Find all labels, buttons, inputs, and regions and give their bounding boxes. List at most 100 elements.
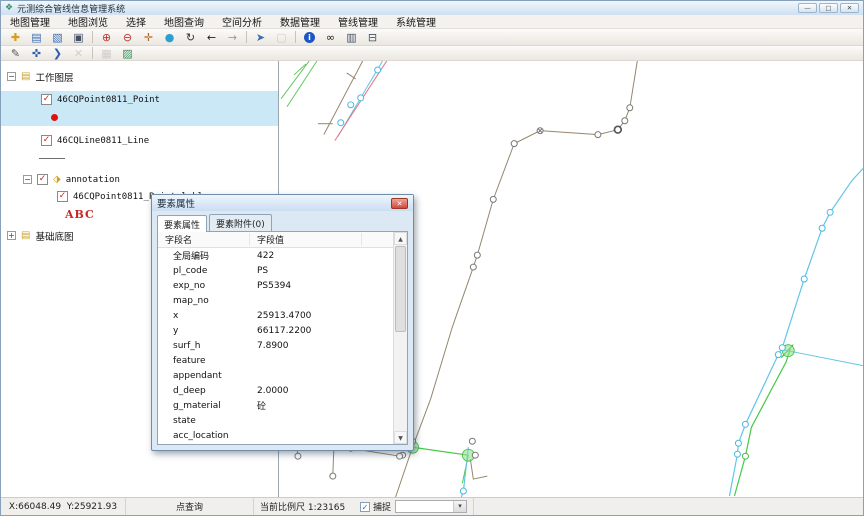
- menu-item-0[interactable]: 地图管理: [1, 14, 59, 29]
- menu-item-4[interactable]: 空间分析: [213, 14, 271, 29]
- pipeline-segment[interactable]: [333, 449, 334, 475]
- layer-checkbox[interactable]: ✓: [57, 191, 68, 202]
- layer-checkbox[interactable]: ✓: [37, 174, 48, 185]
- zoom-out-button[interactable]: ⊖: [118, 30, 137, 45]
- close-button[interactable]: ✕: [840, 3, 859, 13]
- layer-item-point-selected[interactable]: ✓ 46CQPoint0811_Point: [1, 91, 278, 126]
- scroll-down-icon[interactable]: ▼: [394, 431, 407, 444]
- attribute-table-button[interactable]: ▦: [97, 46, 116, 61]
- sketch-button[interactable]: ✎: [6, 46, 25, 61]
- pipeline-segment[interactable]: [729, 169, 863, 496]
- pipeline-node[interactable]: [801, 276, 807, 282]
- pipeline-node[interactable]: [827, 209, 833, 215]
- pan-button[interactable]: ✛: [139, 30, 158, 45]
- identify-button[interactable]: i: [300, 30, 319, 45]
- expand-icon[interactable]: +: [7, 231, 16, 240]
- pipeline-node[interactable]: [742, 453, 748, 459]
- pipeline-node[interactable]: [295, 453, 301, 459]
- pipeline-node[interactable]: [735, 440, 741, 446]
- clear-selection-button[interactable]: ▢: [272, 30, 291, 45]
- pipeline-node[interactable]: [614, 126, 621, 133]
- pipeline-node[interactable]: [469, 438, 475, 444]
- pipeline-segment[interactable]: [281, 61, 313, 99]
- table-row[interactable]: g_material砼: [158, 398, 393, 413]
- print-button[interactable]: ⊟: [363, 30, 382, 45]
- menu-item-1[interactable]: 地图浏览: [59, 14, 117, 29]
- table-row[interactable]: y66117.2200: [158, 323, 393, 338]
- save-button[interactable]: ▣: [69, 30, 88, 45]
- pipeline-node[interactable]: [358, 95, 364, 101]
- chevron-down-icon[interactable]: ▾: [453, 501, 466, 512]
- menu-item-3[interactable]: 地图查询: [155, 14, 213, 29]
- collapse-icon[interactable]: −: [23, 175, 32, 184]
- pipeline-segment[interactable]: [470, 459, 487, 479]
- import-data-button[interactable]: ▧: [48, 30, 67, 45]
- pipeline-node[interactable]: [742, 421, 748, 427]
- pipeline-node[interactable]: [627, 105, 633, 111]
- tab-feature-attachments[interactable]: 要素附件(0): [209, 214, 272, 231]
- menu-item-2[interactable]: 选择: [117, 14, 155, 29]
- refresh-button[interactable]: ↻: [181, 30, 200, 45]
- pipeline-node[interactable]: [375, 67, 381, 73]
- move-feature-button[interactable]: ✜: [27, 46, 46, 61]
- pipeline-node[interactable]: [775, 352, 781, 358]
- snap-layer-combobox[interactable]: ▾: [395, 500, 467, 513]
- minimize-button[interactable]: —: [798, 3, 817, 13]
- pipeline-node[interactable]: [734, 451, 740, 457]
- table-row[interactable]: exp_noPS5394: [158, 278, 393, 293]
- pipeline-node[interactable]: [490, 196, 496, 202]
- forward-button[interactable]: →: [223, 30, 242, 45]
- add-data-button[interactable]: ✚: [6, 30, 25, 45]
- table-row[interactable]: map_no: [158, 293, 393, 308]
- pipeline-node[interactable]: [622, 118, 628, 124]
- find-button[interactable]: ∞: [321, 30, 340, 45]
- menu-item-6[interactable]: 管线管理: [329, 14, 387, 29]
- pipeline-node[interactable]: [348, 102, 354, 108]
- table-row[interactable]: surf_h7.8900: [158, 338, 393, 353]
- table-row[interactable]: state: [158, 413, 393, 428]
- table-row[interactable]: pl_codePS: [158, 263, 393, 278]
- pipeline-node[interactable]: [474, 252, 480, 258]
- dialog-title-bar[interactable]: 要素属性 ✕: [152, 195, 413, 211]
- tab-feature-attributes[interactable]: 要素属性: [157, 215, 207, 232]
- table-row[interactable]: feature: [158, 353, 393, 368]
- pipeline-node[interactable]: [472, 452, 478, 458]
- next-feature-button[interactable]: ❯: [48, 46, 67, 61]
- image-button[interactable]: ▨: [118, 46, 137, 61]
- table-row[interactable]: appendant: [158, 368, 393, 383]
- pipeline-node[interactable]: [460, 488, 466, 494]
- layer-group-annotation[interactable]: − ✓ ⬗ annotation: [1, 171, 278, 188]
- table-row[interactable]: x25913.4700: [158, 308, 393, 323]
- measure-button[interactable]: ▥: [342, 30, 361, 45]
- menu-item-5[interactable]: 数据管理: [271, 14, 329, 29]
- dialog-close-icon[interactable]: ✕: [391, 198, 408, 209]
- full-extent-button[interactable]: ●: [160, 30, 179, 45]
- pipeline-node[interactable]: [511, 141, 517, 147]
- pipeline-segment[interactable]: [396, 61, 638, 497]
- scrollbar-thumb[interactable]: [395, 246, 406, 332]
- snap-checkbox[interactable]: ✓: [360, 502, 370, 512]
- pipeline-node[interactable]: [779, 345, 785, 351]
- pipeline-node[interactable]: [819, 225, 825, 231]
- pipeline-node[interactable]: [470, 264, 476, 270]
- table-row[interactable]: 全局编码422: [158, 248, 393, 263]
- pipeline-node[interactable]: [397, 453, 403, 459]
- back-button[interactable]: ←: [202, 30, 221, 45]
- layer-manager-button[interactable]: ▤: [27, 30, 46, 45]
- menu-item-7[interactable]: 系统管理: [387, 14, 445, 29]
- pipeline-node[interactable]: [338, 120, 344, 126]
- layer-group-working[interactable]: − ▤ 工作图层: [1, 68, 278, 85]
- scroll-up-icon[interactable]: ▲: [394, 232, 407, 245]
- layer-checkbox[interactable]: ✓: [41, 94, 52, 105]
- table-row[interactable]: acc_location: [158, 428, 393, 443]
- select-features-button[interactable]: ➤: [251, 30, 270, 45]
- table-row[interactable]: d_deep2.0000: [158, 383, 393, 398]
- layer-item-line[interactable]: ✓ 46CQLine0811_Line: [1, 132, 278, 167]
- collapse-icon[interactable]: −: [7, 72, 16, 81]
- zoom-in-button[interactable]: ⊕: [97, 30, 116, 45]
- pipeline-node[interactable]: [595, 132, 601, 138]
- dialog-scrollbar[interactable]: ▲ ▼: [393, 232, 407, 444]
- pipeline-node[interactable]: [330, 473, 336, 479]
- delete-feature-button[interactable]: ✕: [69, 46, 88, 61]
- layer-checkbox[interactable]: ✓: [41, 135, 52, 146]
